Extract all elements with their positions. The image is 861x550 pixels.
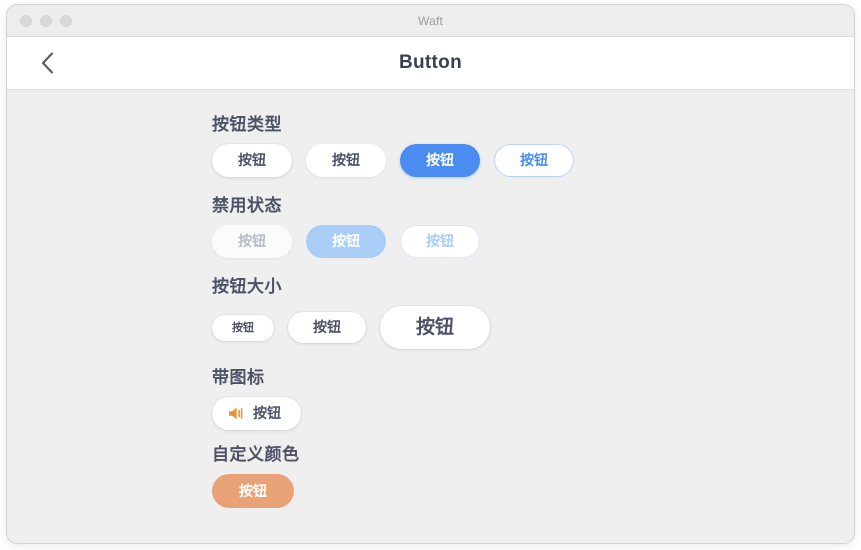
button-disabled-default: 按钮 xyxy=(212,225,292,258)
section-disabled-state: 禁用状态 按钮 按钮 按钮 xyxy=(212,191,854,258)
page-title: Button xyxy=(399,52,462,73)
speaker-icon xyxy=(228,406,245,421)
content-area: 按钮类型 按钮 按钮 按钮 按钮 禁用状态 按钮 按钮 按钮 按钮大小 按钮 按… xyxy=(7,90,854,543)
button-row-custom: 按钮 xyxy=(212,474,854,508)
section-title-with-icon: 带图标 xyxy=(212,368,265,387)
section-button-size: 按钮大小 按钮 按钮 按钮 xyxy=(212,272,854,349)
button-type-primary[interactable]: 按钮 xyxy=(400,144,480,177)
section-title-custom-color: 自定义颜色 xyxy=(212,445,300,464)
section-button-types: 按钮类型 按钮 按钮 按钮 按钮 xyxy=(212,110,854,177)
window-titlebar: Waft xyxy=(7,5,854,37)
navigation-bar: Button xyxy=(7,37,854,90)
button-with-icon[interactable]: 按钮 xyxy=(212,397,301,430)
button-disabled-primary: 按钮 xyxy=(306,225,386,258)
section-with-icon: 带图标 按钮 xyxy=(212,363,854,430)
button-row-disabled: 按钮 按钮 按钮 xyxy=(212,225,854,258)
button-row-icon: 按钮 xyxy=(212,397,854,430)
button-row-types: 按钮 按钮 按钮 按钮 xyxy=(212,144,854,177)
button-type-outline[interactable]: 按钮 xyxy=(494,144,574,177)
button-size-large[interactable]: 按钮 xyxy=(380,306,491,349)
back-button[interactable] xyxy=(25,41,69,85)
window-title: Waft xyxy=(417,13,444,28)
chevron-left-icon xyxy=(41,52,54,74)
button-size-medium[interactable]: 按钮 xyxy=(288,312,366,343)
button-with-icon-label: 按钮 xyxy=(253,405,281,421)
button-type-plain[interactable]: 按钮 xyxy=(306,144,386,177)
button-size-small[interactable]: 按钮 xyxy=(212,314,274,341)
button-row-sizes: 按钮 按钮 按钮 xyxy=(212,306,854,349)
button-disabled-outline: 按钮 xyxy=(400,225,480,258)
section-title-disabled-state: 禁用状态 xyxy=(212,196,282,215)
section-title-button-types: 按钮类型 xyxy=(212,115,282,134)
button-custom-color[interactable]: 按钮 xyxy=(212,474,294,508)
section-title-button-size: 按钮大小 xyxy=(212,277,282,296)
app-window: Waft Button 按钮类型 按钮 按钮 按钮 按钮 禁用状态 按钮 按钮 … xyxy=(7,5,854,543)
section-custom-color: 自定义颜色 按钮 xyxy=(212,440,854,508)
button-type-default[interactable]: 按钮 xyxy=(212,144,292,177)
